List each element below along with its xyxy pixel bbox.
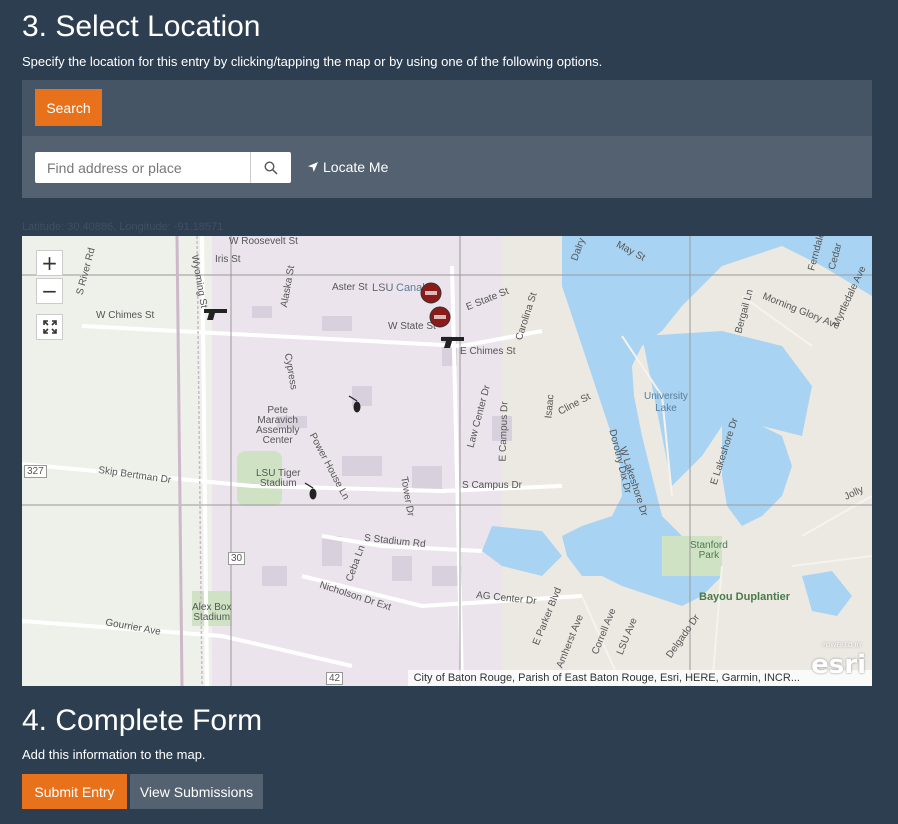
esri-logo-text: esri (811, 650, 866, 680)
submit-entry-button[interactable]: Submit Entry (22, 774, 127, 809)
street-label: E Campus Dr (497, 401, 511, 462)
view-submissions-button[interactable]: View Submissions (130, 774, 263, 809)
search-input[interactable] (35, 152, 250, 183)
water-label: Bayou Duplantier (699, 591, 791, 603)
fullscreen-button[interactable] (36, 314, 63, 340)
place-label: LSU (372, 282, 394, 294)
esri-powered-by: POWERED BY (821, 642, 862, 649)
location-arrow-icon (308, 162, 318, 172)
place-label: LSU Tiger Stadium (256, 468, 301, 489)
zoom-in-button[interactable]: + (36, 250, 63, 276)
coordinates-readout: Latitude: 30.40886, Longitude: -91.18571 (22, 221, 224, 233)
incident-badge-icon[interactable] (429, 306, 451, 328)
section-3-title: 3. Select Location (22, 10, 261, 43)
place-label: Stanford Park (690, 540, 728, 561)
street-label: E Chimes St (460, 346, 516, 357)
search-button[interactable] (250, 152, 291, 183)
search-box (35, 152, 291, 183)
place-label: Pete Maravich Assembly Center (256, 405, 300, 446)
street-label: W Roosevelt St (229, 236, 298, 247)
route-shield: 42 (326, 672, 344, 685)
street-label: Isaac (543, 394, 557, 419)
locate-me-button[interactable]: Locate Me (307, 159, 388, 175)
map[interactable]: W Roosevelt St Iris St Aster St LSU Cana… (22, 236, 872, 686)
gun-marker-icon[interactable] (203, 306, 229, 322)
place-label: Alex Box Stadium (192, 602, 232, 623)
locate-me-label: Locate Me (323, 159, 389, 175)
map-attribution: City of Baton Rouge, Parish of East Bato… (407, 670, 872, 686)
incident-badge-icon[interactable] (420, 282, 442, 304)
esri-logo: POWERED BY esri (811, 642, 866, 680)
route-shield: 30 (228, 552, 246, 565)
street-label: Iris St (215, 254, 241, 265)
gun-marker-icon[interactable] (440, 334, 466, 350)
search-panel: Locate Me (22, 136, 872, 198)
knife-marker-icon[interactable] (348, 394, 362, 414)
route-shield: 327 (24, 465, 47, 478)
zoom-out-button[interactable]: − (36, 278, 63, 304)
street-label: Aster St (332, 282, 368, 293)
water-label: University Lake (644, 391, 688, 414)
expand-icon (42, 320, 57, 334)
section-3-description: Specify the location for this entry by c… (22, 54, 603, 69)
street-label: S Campus Dr (462, 480, 523, 491)
tab-search[interactable]: Search (35, 89, 102, 126)
section-4-description: Add this information to the map. (22, 747, 206, 762)
tab-bar: Search (22, 80, 872, 136)
knife-marker-icon[interactable] (304, 481, 318, 501)
search-icon (264, 160, 278, 175)
street-label: W Chimes St (96, 310, 155, 321)
section-4-title: 4. Complete Form (22, 704, 263, 737)
